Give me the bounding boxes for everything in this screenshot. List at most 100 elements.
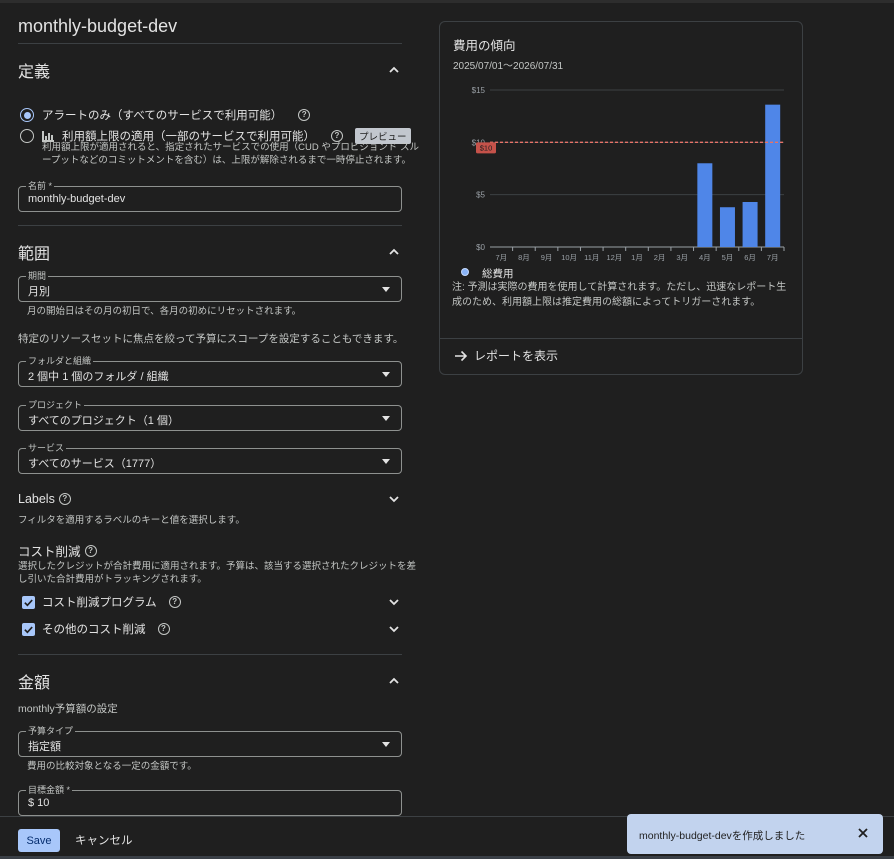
period-select-label: 期間 [26,270,49,282]
toast-message: monthly-budget-devを作成しました [639,830,806,842]
help-icon[interactable]: ? [157,623,170,635]
dropdown-arrow-icon[interactable] [382,287,390,292]
dropdown-arrow-icon[interactable] [382,372,390,377]
services-select-label: サービス [26,442,67,454]
bar [765,104,781,247]
budget-type-value: 指定額 [28,741,61,753]
credit-other-savings[interactable]: その他のコスト削減 ? [22,621,402,637]
divider [18,43,402,44]
x-tick-label: 2月 [654,253,666,262]
name-field[interactable]: 名前 * monthly-budget-dev [18,180,402,212]
x-tick-label: 8月 [518,253,530,262]
view-report-link[interactable]: レポートを表示 [454,347,558,364]
dropdown-arrow-icon[interactable] [382,459,390,464]
radio-spend-cap-button[interactable] [20,129,34,143]
amount-section-header[interactable]: 金額 [18,670,402,692]
x-tick-label: 1月 [631,253,643,262]
scope-note: 特定のリソースセットに焦点を絞って予算にスコープを設定することもできます。 [18,333,404,345]
services-select[interactable]: サービス すべてのサービス（1777） [18,442,402,474]
labels-header[interactable]: Labels ? [18,491,402,507]
bar-chart-icon [42,130,54,142]
target-amount-value[interactable]: $ 10 [28,797,49,809]
checkbox-checked[interactable] [22,595,35,609]
credit-other-savings-label: その他のコスト削減 [42,624,146,636]
dropdown-arrow-icon[interactable] [382,416,390,421]
period-hint: 月の開始日はその月の初日で、各月の初めにリセットされます。 [27,306,302,317]
view-report-label: レポートを表示 [474,349,559,363]
period-select[interactable]: 期間 月別 [18,270,402,302]
x-tick-label: 3月 [676,253,688,262]
legend-swatch [461,268,469,276]
target-amount-label: 目標金額 * [26,784,73,796]
labels-heading: Labels [18,492,55,506]
page-title: monthly-budget-dev [18,16,178,36]
chevron-up-icon[interactable] [386,673,402,689]
arrow-right-icon [455,350,468,361]
chevron-up-icon[interactable] [386,244,402,260]
radio-alert-only-label: アラートのみ（すべてのサービスで利用可能） [42,110,283,122]
x-tick-label: 4月 [699,253,711,262]
scope-heading: 範囲 [18,246,51,263]
projects-select-value: すべてのプロジェクト（1 個） [28,415,179,427]
radio-alert-only-button[interactable] [20,108,34,122]
target-amount-field[interactable]: 目標金額 * $ 10 [18,784,402,816]
period-select-value: 月別 [28,286,50,298]
services-select-value: すべてのサービス（1777） [28,458,162,470]
budget-type-label: 予算タイプ [26,725,76,737]
divider [440,338,802,339]
budget-type-select[interactable]: 予算タイプ 指定額 [18,725,402,757]
divider [18,225,402,226]
dropdown-arrow-icon[interactable] [382,742,390,747]
threshold-label: $10 [480,143,493,152]
name-field-value[interactable]: monthly-budget-dev [28,193,125,205]
toast-notification: monthly-budget-devを作成しました [627,814,883,854]
chevron-down-icon[interactable] [386,594,402,610]
spend-cap-description-line: 利用額上限が適用されると、指定されたサービスでの使用（CUD やプロビジョンド … [42,142,419,153]
cancel-button[interactable]: キャンセル [75,832,133,848]
close-icon[interactable] [856,826,870,840]
top-border [0,0,894,3]
amount-subtitle: monthly予算額の設定 [18,703,118,715]
help-icon[interactable]: ? [298,109,311,121]
definition-heading: 定義 [18,64,51,81]
y-tick-label: $5 [476,191,485,200]
save-button[interactable]: Save [18,829,60,852]
folders-select-value: 2 個中 1 個のフォルダ / 組織 [28,371,169,383]
help-icon[interactable]: ? [84,544,97,557]
radio-alert-only[interactable]: アラートのみ（すべてのサービスで利用可能） ? [20,107,311,123]
credits-header: コスト削減 ? [18,541,97,560]
chevron-up-icon[interactable] [386,62,402,78]
budget-type-hint: 費用の比較対象となる一定の金額です。 [27,761,197,772]
credit-savings-program-label: コスト削減プログラム [42,597,157,609]
definition-section-header[interactable]: 定義 [18,59,402,81]
folders-select-label: フォルダと組織 [26,355,94,367]
checkbox-checked[interactable] [22,622,35,636]
credit-savings-program[interactable]: コスト削減プログラム ? [22,594,402,610]
credits-heading: コスト削減 [18,545,81,559]
divider [18,654,402,655]
help-icon[interactable]: ? [58,493,71,505]
name-field-label: 名前 * [26,180,55,192]
chevron-down-icon[interactable] [386,621,402,637]
spend-cap-description-line: ープットなどのコミットメントを含む）は、上限が解除されるまで一時停止されます。 [42,155,411,166]
folders-select[interactable]: フォルダと組織 2 個中 1 個のフォルダ / 組織 [18,355,402,387]
help-icon[interactable]: ? [168,596,181,608]
chevron-down-icon[interactable] [386,491,402,507]
scope-section-header[interactable]: 範囲 [18,241,402,263]
x-tick-label: 12月 [606,253,622,262]
credits-description-line: し引いた合計費用がトラッキングされます。 [18,574,207,585]
y-tick-label: $15 [472,86,486,95]
legend-label: 総費用 [482,268,514,280]
projects-select[interactable]: プロジェクト すべてのプロジェクト（1 個） [18,399,402,431]
x-tick-label: 10月 [561,253,577,262]
cost-trend-card: 費用の傾向 2025/07/01～2026/07/31 $0$5$10$157月… [439,21,803,375]
bar [697,163,713,247]
projects-select-label: プロジェクト [26,399,85,411]
bar [742,201,758,247]
x-tick-label: 9月 [541,253,553,262]
credits-description: 選択したクレジットが合計費用に適用されます。予算は、該当する選択されたクレジット… [18,560,416,586]
x-tick-label: 6月 [744,253,756,262]
x-tick-label: 7月 [495,253,507,262]
amount-heading: 金額 [18,675,51,692]
y-tick-label: $0 [476,243,485,252]
